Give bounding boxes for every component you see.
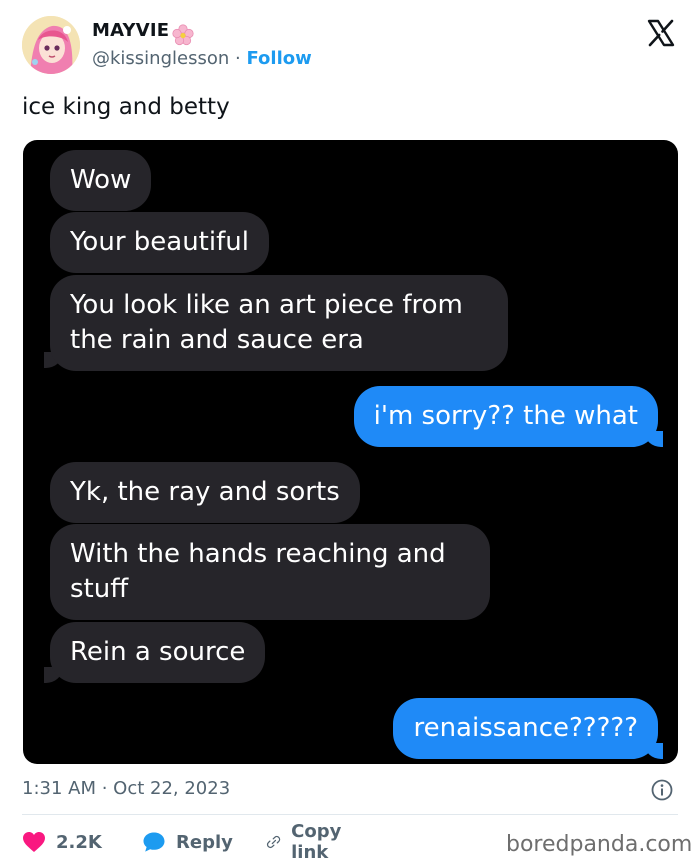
handle-row: @kissinglesson · Follow [92, 48, 312, 69]
handle[interactable]: @kissinglesson [92, 48, 229, 69]
copy-link-button[interactable]: Copy link [266, 821, 350, 863]
like-button[interactable]: 2.2K [22, 826, 102, 858]
message-bubble-incoming: Rein a source [50, 622, 266, 683]
tweet-header: MAYVIE @kissinglesson · Follow [0, 0, 700, 90]
reply-button[interactable]: Reply [142, 826, 233, 858]
reply-label: Reply [176, 831, 233, 853]
flower-emoji-icon [172, 24, 194, 46]
x-logo-icon[interactable] [646, 18, 676, 48]
tweet-text: ice king and betty [22, 94, 230, 120]
copy-link-label: Copy link [291, 821, 342, 863]
message-bubble-incoming: Wow [50, 150, 152, 211]
divider [22, 814, 678, 815]
chat-screenshot: Wow Your beautiful You look like an art … [23, 140, 678, 764]
message-bubble-outgoing: i'm sorry?? the what [353, 386, 658, 447]
follow-button[interactable]: Follow [246, 48, 311, 69]
like-count: 2.2K [56, 831, 102, 853]
info-icon[interactable] [651, 779, 673, 801]
avatar[interactable] [22, 16, 80, 74]
heart-icon [23, 832, 45, 852]
message-bubble-incoming: With the hands reaching and stuff [50, 524, 490, 620]
display-name[interactable]: MAYVIE [92, 20, 169, 41]
message-bubble-incoming: Your beautiful [50, 212, 269, 273]
reply-bubble-icon [143, 832, 165, 852]
message-bubble-outgoing: renaissance????? [393, 698, 658, 759]
separator-dot: · [235, 48, 241, 69]
watermark: boredpanda.com [506, 832, 693, 857]
link-icon [266, 835, 281, 849]
message-bubble-incoming: You look like an art piece from the rain… [50, 275, 508, 371]
tweet-timestamp[interactable]: 1:31 AM · Oct 22, 2023 [22, 778, 230, 799]
message-bubble-incoming: Yk, the ray and sorts [50, 462, 360, 523]
